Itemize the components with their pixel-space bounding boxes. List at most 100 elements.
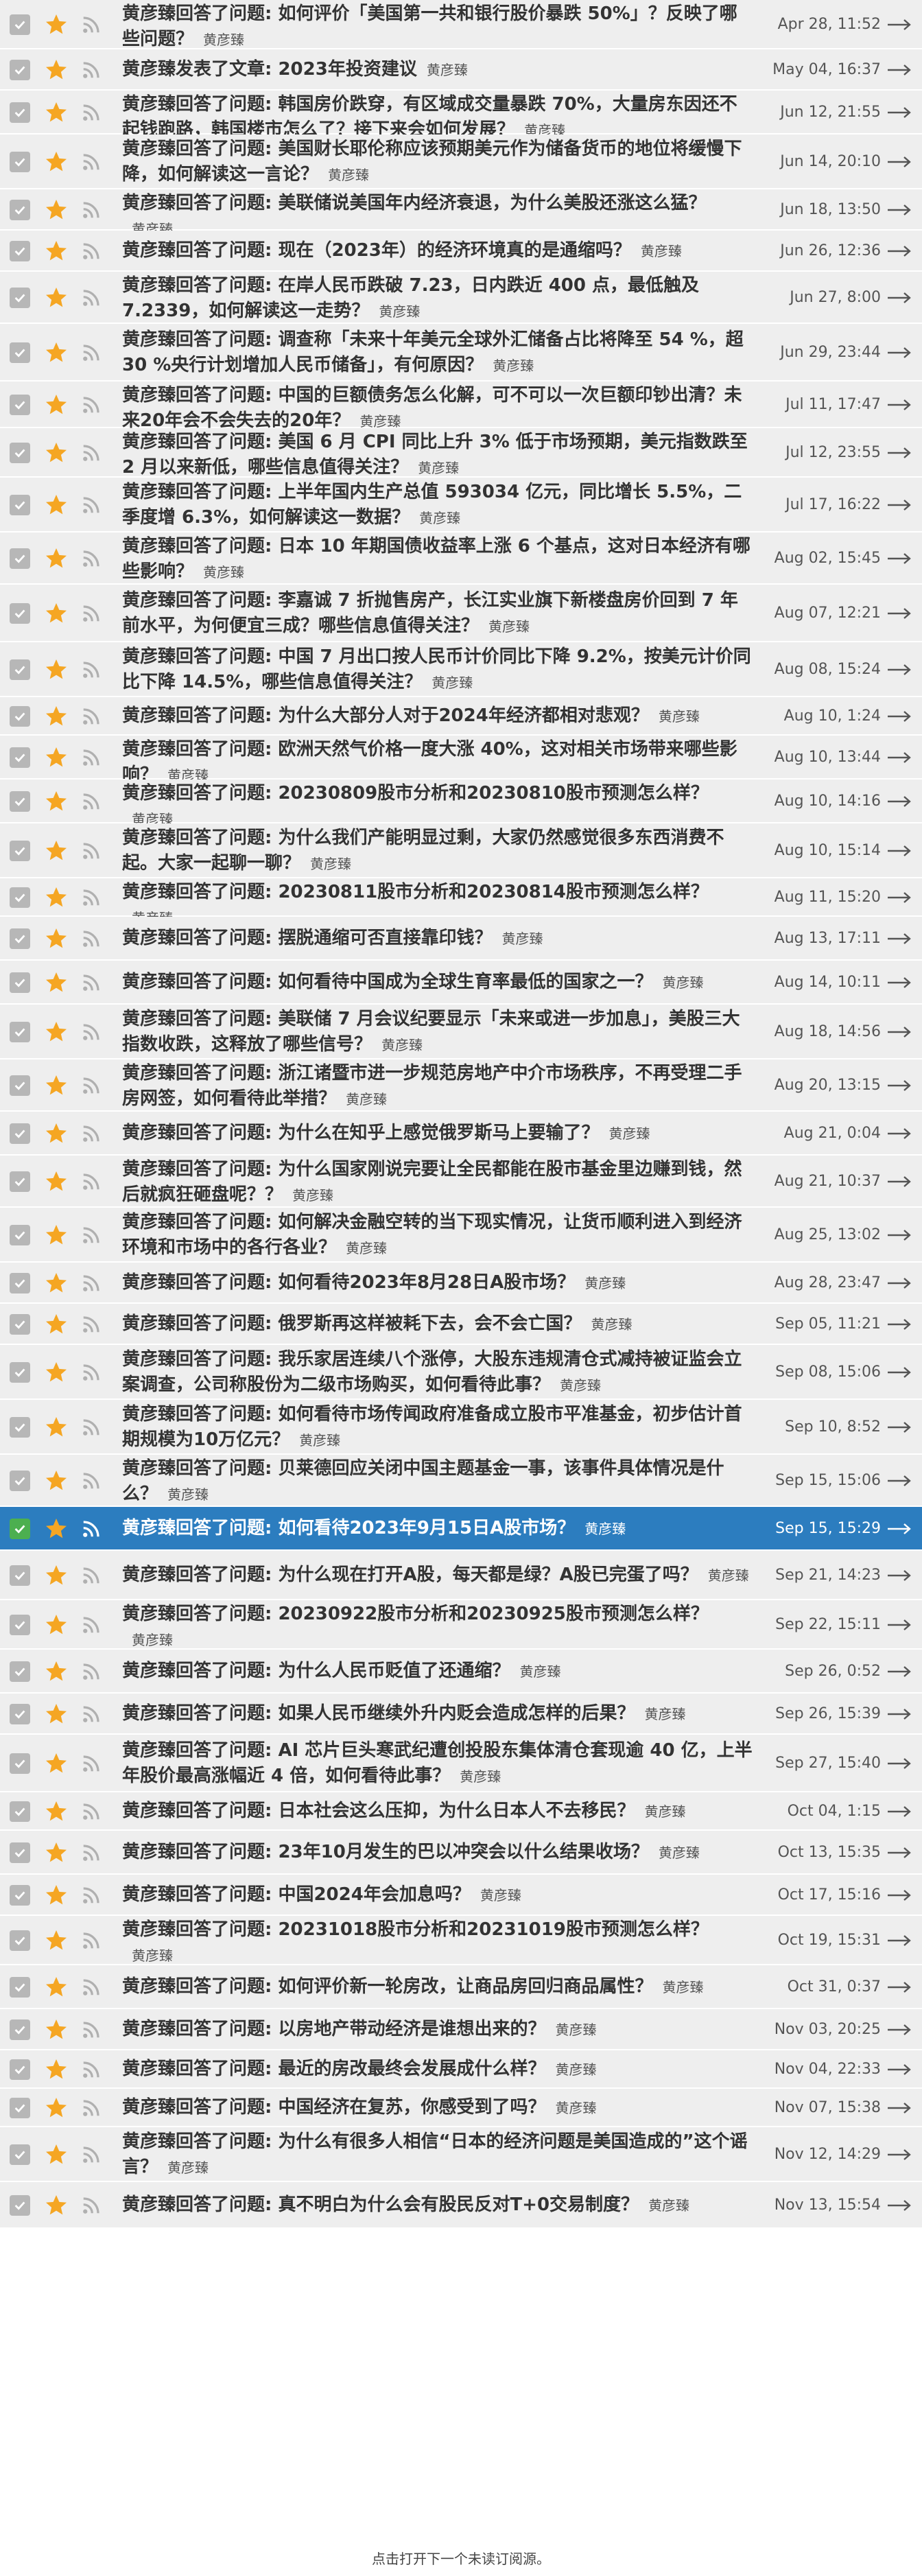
checkbox-checked-icon[interactable] (10, 1930, 30, 1951)
article-text[interactable]: 黄彦臻回答了问题: 为什么人民币贬值了还通缩？ 黄彦臻 (122, 1659, 753, 1685)
checkbox-checked-icon[interactable] (10, 1565, 30, 1586)
arrow-right-icon[interactable] (886, 291, 912, 305)
checkbox-checked-icon[interactable] (10, 2059, 30, 2080)
checkbox-checked-icon[interactable] (10, 1704, 30, 1724)
arrow-right-icon[interactable] (886, 1665, 912, 1678)
checkbox-checked-icon[interactable] (10, 342, 30, 363)
star-icon[interactable] (44, 239, 69, 264)
article-text[interactable]: 黄彦臻回答了问题: 中国 7 月出口按人民币计价同比下降 9.2%，按美元计价同… (122, 644, 753, 696)
arrow-right-icon[interactable] (886, 1420, 912, 1434)
checkbox-checked-icon[interactable] (10, 288, 30, 308)
star-icon[interactable] (44, 1169, 69, 1194)
arrow-right-icon[interactable] (886, 1522, 912, 1536)
article-text[interactable]: 黄彦臻发表了文章: 2023年投资建议 黄彦臻 (122, 57, 753, 83)
article-title[interactable]: 黄彦臻回答了问题: 为什么人民币贬值了还通缩？ (122, 1661, 510, 1681)
checkbox-checked-icon[interactable] (10, 1977, 30, 1998)
checkbox-checked-icon[interactable] (10, 841, 30, 861)
star-icon[interactable] (44, 2096, 69, 2120)
article-row[interactable]: 黄彦臻回答了问题: 如何评价「美国第一共和银行股价暴跌 50%」？反映了哪些问题… (0, 0, 922, 49)
article-row[interactable]: 黄彦臻回答了问题: 浙江诸暨市进一步规范房地产中介市场秩序，不再受理二手房网签，… (0, 1059, 922, 1112)
article-text[interactable]: 黄彦臻回答了问题: 美国财长耶伦称应该预期美元作为储备货币的地位将缓慢下降，如何… (122, 137, 753, 188)
arrow-right-icon[interactable] (886, 398, 912, 412)
article-title[interactable]: 黄彦臻回答了问题: 为什么在知乎上感觉俄罗斯马上要输了？ (122, 1123, 599, 1143)
article-title[interactable]: 黄彦臻回答了问题: 如何看待2023年9月15日A股市场？ (122, 1518, 575, 1538)
checkbox-checked-icon[interactable] (10, 1314, 30, 1335)
arrow-right-icon[interactable] (886, 1079, 912, 1092)
arrow-right-icon[interactable] (886, 63, 912, 77)
article-row[interactable]: 黄彦臻回答了问题: 如何解决金融空转的当下现实情况，让货币顺利进入到经济环境和市… (0, 1208, 922, 1263)
article-row[interactable]: 黄彦臻回答了问题: 李嘉诚 7 折抛售房产，长江实业旗下新楼盘房价回到 7 年前… (0, 585, 922, 642)
star-icon[interactable] (44, 1121, 69, 1146)
checkbox-checked-icon[interactable] (10, 1842, 30, 1863)
checkbox-checked-icon[interactable] (10, 1171, 30, 1192)
star-icon[interactable] (44, 1415, 69, 1440)
article-text[interactable]: 黄彦臻回答了问题: 如何评价新一轮房改，让商品房回归商品属性？ 黄彦臻 (122, 1974, 753, 2000)
article-text[interactable]: 黄彦臻回答了问题: 上半年国内生产总值 593034 亿元，同比增长 5.5%，… (122, 480, 753, 531)
article-title[interactable]: 黄彦臻回答了问题: 23年10月发生的巴以冲突会以什么结果收场？ (122, 1842, 649, 1862)
star-icon[interactable] (44, 150, 69, 174)
star-icon[interactable] (44, 1271, 69, 1296)
article-text[interactable]: 黄彦臻回答了问题: 如何解决金融空转的当下现实情况，让货币顺利进入到经济环境和市… (122, 1210, 753, 1261)
article-row[interactable]: 黄彦臻回答了问题: 为什么在知乎上感觉俄罗斯马上要输了？ 黄彦臻 Aug 21, 0… (0, 1112, 922, 1156)
star-icon[interactable] (44, 58, 69, 82)
article-row[interactable]: 黄彦臻回答了问题: 调查称「未来十年美元全球外汇储备占比将降至 54 %，超 3… (0, 324, 922, 382)
checkbox-checked-icon[interactable] (10, 395, 30, 415)
checkbox-checked-icon[interactable] (10, 1123, 30, 1144)
star-icon[interactable] (44, 1563, 69, 1588)
article-row[interactable]: 黄彦臻回答了问题: 美国 6 月 CPI 同比上升 3% 低于市场预期，美元指数… (0, 428, 922, 478)
article-text[interactable]: 黄彦臻回答了问题: 日本 10 年期国债收益率上涨 6 个基点，这对日本经济有哪… (122, 534, 753, 585)
checkbox-checked-icon[interactable] (10, 1471, 30, 1491)
article-title[interactable]: 黄彦臻回答了问题: 20230811股市分析和20230814股市预测怎么样？ (122, 882, 709, 902)
article-text[interactable]: 黄彦臻回答了问题: 20230922股市分析和20230925股市预测怎么样？ 黄… (122, 1602, 753, 1653)
article-title[interactable]: 黄彦臻回答了问题: 调查称「未来十年美元全球外汇储备占比将降至 54 %，超 3… (122, 329, 744, 375)
star-icon[interactable] (44, 493, 69, 517)
next-unread-feed-link[interactable]: 点击打开下一个未读订阅源。 (0, 2542, 922, 2576)
article-row[interactable]: 黄彦臻回答了问题: 为什么有很多人相信“日本的经济问题是美国造成的”这个谣言？黄… (0, 2127, 922, 2182)
article-row[interactable]: 黄彦臻发表了文章: 2023年投资建议 黄彦臻 May 04, 16:37 (0, 49, 922, 91)
arrow-right-icon[interactable] (886, 2148, 912, 2162)
article-text[interactable]: 黄彦臻回答了问题: 在岸人民币跌破 7.23，日内跌近 400 点，最低触及 7… (122, 273, 753, 325)
star-icon[interactable] (44, 1223, 69, 1248)
star-icon[interactable] (44, 441, 69, 465)
article-text[interactable]: 黄彦臻回答了问题: 如果人民币继续外升内贬会造成怎样的后果？ 黄彦臻 (122, 1701, 753, 1727)
checkbox-checked-icon[interactable] (10, 1661, 30, 1682)
article-row[interactable]: 黄彦臻回答了问题: AI 芯片巨头寒武纪遭创投股东集体清仓套现逾 40 亿，上半… (0, 1735, 922, 1792)
article-row[interactable]: 黄彦臻回答了问题: 20230811股市分析和20230814股市预测怎么样？黄… (0, 878, 922, 926)
article-text[interactable]: 黄彦臻回答了问题: 最近的房改最终会发展成什么样？ 黄彦臻 (122, 2057, 753, 2083)
article-text[interactable]: 黄彦臻回答了问题: 现在（2023年）的经济环境真的是通缩吗？ 黄彦臻 (122, 238, 753, 264)
article-text[interactable]: 黄彦臻回答了问题: 如何看待2023年9月15日A股市场？ 黄彦臻 (122, 1516, 753, 1542)
arrow-right-icon[interactable] (886, 663, 912, 677)
star-icon[interactable] (44, 926, 69, 951)
checkbox-checked-icon[interactable] (10, 2098, 30, 2118)
article-row[interactable]: 黄彦臻回答了问题: 我乐家居连续八个涨停，大股东违规清仓式减持被证监会立案调查，… (0, 1345, 922, 1400)
article-text[interactable]: 黄彦臻回答了问题: 我乐家居连续八个涨停，大股东违规清仓式减持被证监会立案调查，… (122, 1347, 753, 1398)
article-title[interactable]: 黄彦臻回答了问题: 摆脱通缩可否直接靠印钱？ (122, 928, 492, 948)
article-row[interactable]: 黄彦臻回答了问题: 俄罗斯再这样被耗下去，会不会亡国？ 黄彦臻 Sep 05, 11… (0, 1304, 922, 1345)
arrow-right-icon[interactable] (886, 1318, 912, 1331)
arrow-right-icon[interactable] (886, 1127, 912, 1140)
arrow-right-icon[interactable] (886, 552, 912, 565)
star-icon[interactable] (44, 285, 69, 310)
article-text[interactable]: 黄彦臻回答了问题: 如何评价「美国第一共和银行股价暴跌 50%」？反映了哪些问题… (122, 1, 753, 53)
article-title[interactable]: 黄彦臻回答了问题: 为什么有很多人相信“日本的经济问题是美国造成的”这个谣言？ (122, 2131, 748, 2177)
checkbox-checked-icon[interactable] (10, 1519, 30, 1539)
star-icon[interactable] (44, 601, 69, 626)
article-row[interactable]: 黄彦臻回答了问题: 中国2024年会加息吗？ 黄彦臻 Oct 17, 15:16 (0, 1875, 922, 1916)
article-text[interactable]: 黄彦臻回答了问题: 中国的巨额债务怎么化解，可不可以一次巨额印钞出清？未来20年… (122, 383, 753, 434)
article-title[interactable]: 黄彦臻回答了问题: 中国2024年会加息吗？ (122, 1884, 471, 1905)
checkbox-checked-icon[interactable] (10, 495, 30, 515)
arrow-right-icon[interactable] (886, 2199, 912, 2212)
article-text[interactable]: 黄彦臻回答了问题: 如何看待2023年8月28日A股市场？ 黄彦臻 (122, 1270, 753, 1296)
arrow-right-icon[interactable] (886, 2063, 912, 2076)
article-row[interactable]: 黄彦臻回答了问题: 以房地产带动经济是谁想出来的？ 黄彦臻 Nov 03, 20:2… (0, 2009, 922, 2050)
arrow-right-icon[interactable] (886, 1569, 912, 1582)
star-icon[interactable] (44, 839, 69, 863)
checkbox-checked-icon[interactable] (10, 443, 30, 463)
arrow-right-icon[interactable] (886, 1366, 912, 1379)
article-text[interactable]: 黄彦臻回答了问题: AI 芯片巨头寒武纪遭创投股东集体清仓套现逾 40 亿，上半… (122, 1738, 753, 1790)
article-row[interactable]: 黄彦臻回答了问题: 贝莱德回应关闭中国主题基金一事，该事件具体情况是什么？ 黄彦臻… (0, 1455, 922, 1507)
arrow-right-icon[interactable] (886, 932, 912, 946)
star-icon[interactable] (44, 1799, 69, 1824)
arrow-right-icon[interactable] (886, 976, 912, 990)
article-text[interactable]: 黄彦臻回答了问题: 如何看待中国成为全球生育率最低的国家之一？ 黄彦臻 (122, 970, 753, 996)
